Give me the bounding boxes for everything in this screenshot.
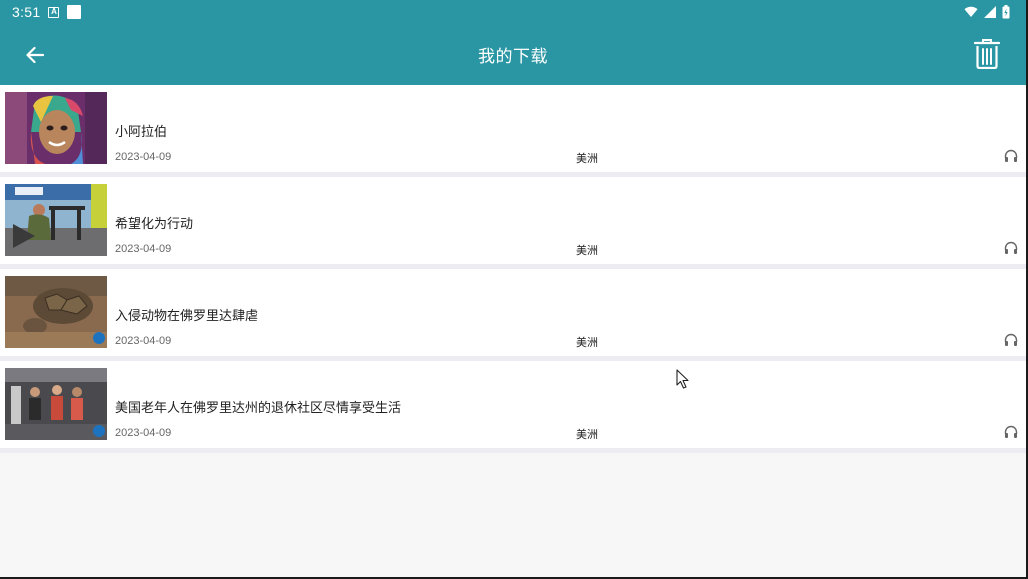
battery-icon	[1002, 5, 1010, 19]
item-region: 美洲	[576, 428, 598, 441]
list-item[interactable]: 美国老年人在佛罗里达州的退休社区尽情享受生活 2023-04-09 美洲	[0, 361, 1026, 453]
status-time: 3:51	[12, 4, 41, 20]
list-item[interactable]: 希望化为行动 2023-04-09 美洲	[0, 177, 1026, 269]
item-region: 美洲	[576, 152, 598, 165]
square-notification-icon	[67, 5, 82, 19]
headphones-icon[interactable]	[1004, 241, 1018, 255]
thumbnail-portrait-art	[5, 92, 107, 164]
headphones-icon[interactable]	[1004, 333, 1018, 347]
thumbnail-seniors-gym	[5, 368, 107, 440]
trash-icon	[974, 39, 1000, 69]
delete-button[interactable]	[972, 38, 1002, 70]
item-region: 美洲	[576, 244, 598, 257]
headphones-icon[interactable]	[1004, 149, 1018, 163]
item-title: 希望化为行动	[115, 217, 194, 232]
item-region: 美洲	[576, 336, 598, 349]
app-bar: 我的下载	[0, 24, 1026, 85]
status-left: 3:51 A	[12, 4, 82, 20]
thumbnail-gym	[5, 184, 107, 256]
status-bar: 3:51 A	[0, 0, 1026, 24]
item-title: 入侵动物在佛罗里达肆虐	[115, 309, 259, 324]
item-title: 小阿拉伯	[115, 125, 168, 140]
list-item[interactable]: 入侵动物在佛罗里达肆虐 2023-04-09 美洲	[0, 269, 1026, 361]
thumbnail-tortoise	[5, 276, 107, 348]
downloads-list: 小阿拉伯 2023-04-09 美洲 希望化为行动 2023-04-09 美洲 …	[0, 85, 1026, 453]
page-title: 我的下载	[478, 47, 548, 67]
signal-icon	[984, 6, 996, 18]
item-title: 美国老年人在佛罗里达州的退休社区尽情享受生活	[115, 401, 402, 416]
item-date: 2023-04-09	[115, 151, 172, 163]
item-date: 2023-04-09	[115, 243, 172, 255]
wifi-icon	[964, 6, 978, 17]
item-date: 2023-04-09	[115, 427, 172, 439]
item-date: 2023-04-09	[115, 335, 172, 347]
list-item[interactable]: 小阿拉伯 2023-04-09 美洲	[0, 85, 1026, 177]
a-badge-icon: A	[48, 6, 60, 18]
headphones-icon[interactable]	[1004, 425, 1018, 439]
app-window: 3:51 A 我的下载 小阿拉伯 2023-04-09 美洲 希望化为行动 20…	[0, 0, 1028, 579]
status-right	[964, 5, 1014, 19]
